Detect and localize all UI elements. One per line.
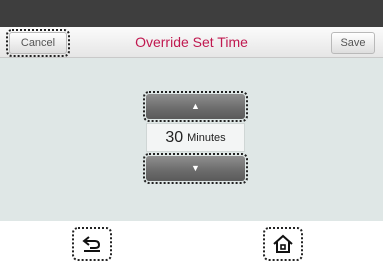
time-stepper: ▲ 30 Minutes ▼ (143, 91, 248, 184)
up-arrow-icon: ▲ (191, 101, 200, 111)
save-button[interactable]: Save (331, 32, 375, 54)
back-arrow-icon (82, 236, 101, 252)
down-arrow-icon: ▼ (191, 163, 200, 173)
header-bar: Override Set Time Cancel Save (0, 27, 383, 58)
home-button[interactable] (263, 227, 303, 261)
time-unit: Minutes (187, 131, 226, 144)
home-icon (273, 234, 293, 253)
back-button[interactable] (72, 227, 112, 261)
decrease-button[interactable]: ▼ (143, 153, 248, 184)
content-area: ▲ 30 Minutes ▼ (0, 58, 383, 221)
cancel-button[interactable]: Cancel (6, 29, 70, 57)
increase-button[interactable]: ▲ (143, 91, 248, 122)
time-value: 30 (165, 128, 184, 146)
status-bar (0, 0, 383, 27)
time-value-display: 30 Minutes (146, 123, 245, 152)
